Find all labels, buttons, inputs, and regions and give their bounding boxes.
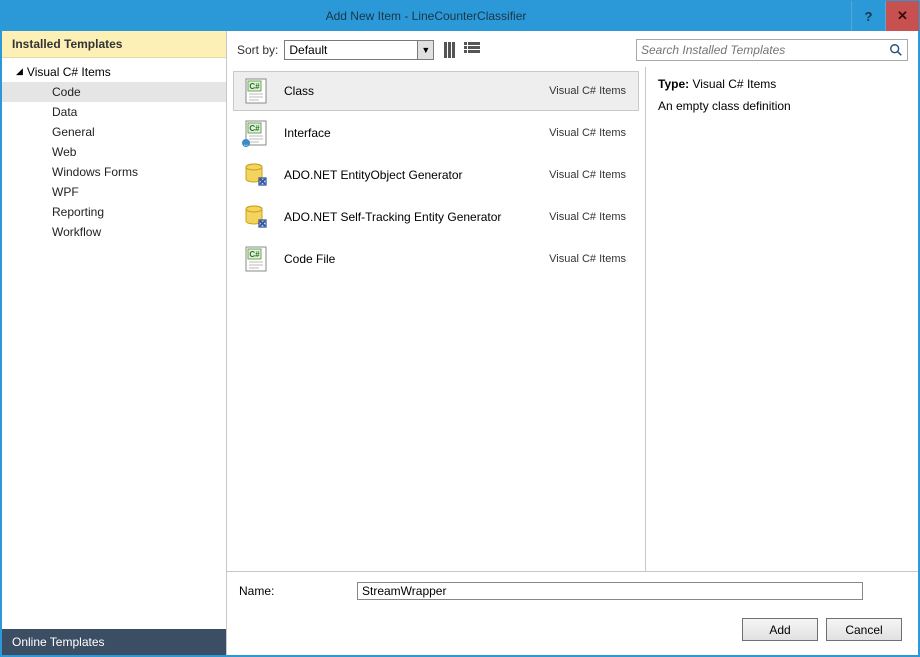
template-list: C#ClassVisual C# ItemsC#↔InterfaceVisual… (227, 67, 646, 571)
template-item-name: ADO.NET Self-Tracking Entity Generator (284, 210, 549, 224)
sortby-label: Sort by: (237, 43, 278, 57)
type-label: Type: (658, 77, 689, 91)
close-button[interactable]: ✕ (885, 1, 919, 31)
add-button[interactable]: Add (742, 618, 818, 641)
tree-parent-csharp[interactable]: ◢ Visual C# Items (2, 62, 226, 82)
template-item-class[interactable]: C# ClassVisual C# Items (233, 71, 639, 111)
tree-child-code[interactable]: Code (2, 82, 226, 102)
template-item-category: Visual C# Items (549, 169, 630, 181)
svg-text:C#: C# (249, 82, 260, 91)
dialog-window: Add New Item - LineCounterClassifier ? ✕… (1, 1, 919, 656)
template-item-name: Interface (284, 126, 549, 140)
svg-text:C#: C# (249, 250, 260, 259)
name-label: Name: (239, 584, 357, 598)
cs-file-icon: C# (242, 245, 270, 273)
template-item-category: Visual C# Items (549, 127, 630, 139)
type-value: Visual C# Items (692, 77, 776, 91)
tree-child-general[interactable]: General (2, 122, 226, 142)
db-gen-icon (242, 161, 270, 189)
cs-interface-icon: C# ↔ (242, 119, 270, 147)
tree-parent-label: Visual C# Items (27, 65, 111, 79)
dialog-bottom: Name: Add Cancel (227, 571, 918, 655)
template-item-interface[interactable]: C# ↔ InterfaceVisual C# Items (233, 113, 639, 153)
tree-child-data[interactable]: Data (2, 102, 226, 122)
template-item-name: ADO.NET EntityObject Generator (284, 168, 549, 182)
template-item-name: Code File (284, 252, 549, 266)
installed-templates-header[interactable]: Installed Templates (2, 31, 226, 58)
titlebar: Add New Item - LineCounterClassifier ? ✕ (1, 1, 919, 31)
details-pane: Type: Visual C# Items An empty class def… (646, 67, 918, 571)
description-text: An empty class definition (658, 99, 906, 113)
name-input[interactable] (357, 582, 863, 600)
tree-child-workflow[interactable]: Workflow (2, 222, 226, 242)
cs-class-icon: C# (242, 77, 270, 105)
template-tree: ◢ Visual C# Items CodeDataGeneralWebWind… (2, 58, 226, 629)
search-icon[interactable] (889, 43, 903, 57)
sortby-dropdown[interactable]: Default ▼ (284, 40, 434, 60)
tree-child-wpf[interactable]: WPF (2, 182, 226, 202)
template-item-category: Visual C# Items (549, 253, 630, 265)
online-templates-header[interactable]: Online Templates (2, 629, 226, 655)
template-item-ado-net-self-tracking-entity-generator[interactable]: ADO.NET Self-Tracking Entity GeneratorVi… (233, 197, 639, 237)
chevron-down-icon: ▼ (417, 41, 433, 59)
svg-text:C#: C# (249, 124, 260, 133)
template-item-name: Class (284, 84, 549, 98)
search-input[interactable] (641, 43, 889, 57)
tree-child-web[interactable]: Web (2, 142, 226, 162)
tree-child-windows-forms[interactable]: Windows Forms (2, 162, 226, 182)
template-item-code-file[interactable]: C# Code FileVisual C# Items (233, 239, 639, 279)
view-details-button[interactable] (464, 42, 480, 58)
help-button[interactable]: ? (851, 1, 885, 31)
svg-text:↔: ↔ (243, 142, 249, 147)
expand-icon: ◢ (16, 66, 23, 77)
template-item-ado-net-entityobject-generator[interactable]: ADO.NET EntityObject GeneratorVisual C# … (233, 155, 639, 195)
tree-child-reporting[interactable]: Reporting (2, 202, 226, 222)
toolbar: Sort by: Default ▼ (227, 31, 918, 67)
search-box[interactable] (636, 39, 908, 61)
view-small-icons-button[interactable] (444, 42, 460, 58)
db-gen-icon (242, 203, 270, 231)
window-title: Add New Item - LineCounterClassifier (1, 9, 851, 23)
template-item-category: Visual C# Items (549, 211, 630, 223)
cancel-button[interactable]: Cancel (826, 618, 902, 641)
template-item-category: Visual C# Items (549, 85, 630, 97)
sortby-value: Default (289, 43, 327, 57)
template-sidebar: Installed Templates ◢ Visual C# Items Co… (2, 31, 227, 655)
